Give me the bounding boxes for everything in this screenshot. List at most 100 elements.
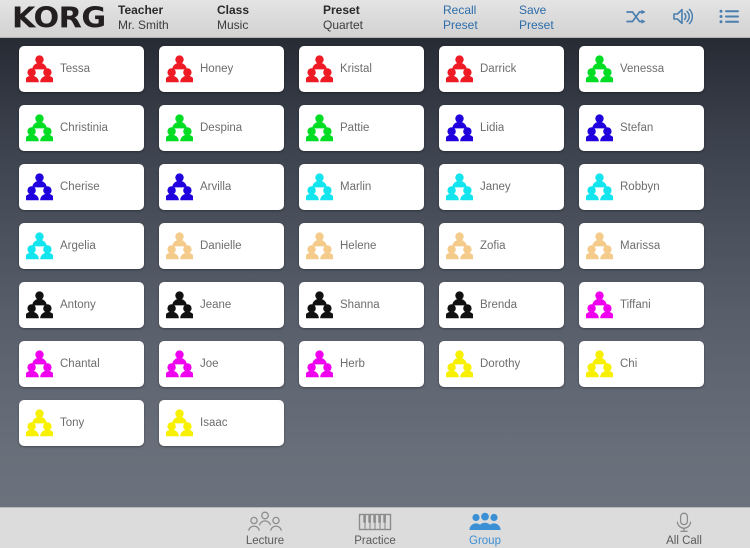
group-people-icon (304, 232, 335, 260)
student-card[interactable]: Tony (19, 400, 144, 446)
group-people-icon (24, 291, 55, 319)
student-card[interactable]: Shanna (299, 282, 424, 328)
student-card[interactable]: Brenda (439, 282, 564, 328)
tab-lecture[interactable]: Lecture (222, 510, 308, 548)
student-card[interactable]: Kristal (299, 46, 424, 92)
group-people-icon (304, 350, 335, 378)
student-card[interactable]: Tiffani (579, 282, 704, 328)
tab-lecture-label: Lecture (245, 535, 285, 547)
student-card[interactable]: Janey (439, 164, 564, 210)
group-people-icon (444, 55, 475, 83)
student-name: Lidia (480, 122, 505, 134)
student-card[interactable]: Despina (159, 105, 284, 151)
list-icon[interactable] (719, 9, 740, 29)
student-card[interactable]: Pattie (299, 105, 424, 151)
student-card[interactable]: Chi (579, 341, 704, 387)
save-preset-line1: Save (519, 3, 547, 17)
student-card[interactable]: Zofia (439, 223, 564, 269)
student-grid-area: Tessa Honey Kristal Darrick Venessa Christini… (0, 38, 750, 507)
student-name: Stefan (620, 122, 654, 134)
group-people-icon (304, 291, 335, 319)
student-card[interactable]: Venessa (579, 46, 704, 92)
student-name: Jeane (200, 299, 232, 311)
student-card[interactable]: Marissa (579, 223, 704, 269)
shuffle-icon[interactable] (626, 9, 646, 30)
header-field-class[interactable]: Class Music (217, 3, 249, 33)
tab-all-call[interactable]: All Call (641, 510, 727, 548)
student-card[interactable]: Tessa (19, 46, 144, 92)
group-people-icon (24, 55, 55, 83)
student-card[interactable]: Chantal (19, 341, 144, 387)
student-name: Marissa (620, 240, 661, 252)
student-card[interactable]: Honey (159, 46, 284, 92)
student-card[interactable]: Christinia (19, 105, 144, 151)
group-people-icon (584, 173, 615, 201)
group-people-icon (164, 173, 195, 201)
student-grid: Tessa Honey Kristal Darrick Venessa Christini… (19, 46, 732, 446)
group-people-icon (24, 173, 55, 201)
class-label: Class (217, 3, 250, 17)
tab-practice-label: Practice (354, 535, 396, 547)
student-name: Tiffani (620, 299, 651, 311)
group-people-icon (164, 409, 195, 437)
student-card[interactable]: Joe (159, 341, 284, 387)
recall-preset-button[interactable]: Recall Preset (443, 3, 478, 33)
header-icon-group (626, 0, 740, 38)
group-people-icon (304, 173, 335, 201)
student-name: Christinia (60, 122, 108, 134)
group-people-icon (584, 55, 615, 83)
group-people-icon (164, 232, 195, 260)
student-name: Antony (60, 299, 96, 311)
save-preset-line2: Preset (519, 18, 554, 32)
student-name: Joe (200, 358, 219, 370)
preset-label: Preset (323, 3, 360, 17)
teacher-label: Teacher (118, 3, 164, 17)
student-name: Tony (60, 417, 85, 429)
student-card[interactable]: Stefan (579, 105, 704, 151)
tab-practice[interactable]: Practice (332, 510, 418, 548)
student-card[interactable]: Arvilla (159, 164, 284, 210)
student-name: Chi (620, 358, 638, 370)
group-people-icon (164, 291, 195, 319)
student-card[interactable]: Marlin (299, 164, 424, 210)
header-field-preset[interactable]: Preset Quartet (323, 3, 363, 33)
student-name: Venessa (620, 63, 665, 75)
student-card[interactable]: Helene (299, 223, 424, 269)
student-card[interactable]: Argelia (19, 223, 144, 269)
header-field-teacher[interactable]: Teacher Mr. Smith (118, 3, 169, 33)
student-name: Kristal (340, 63, 372, 75)
student-card[interactable]: Herb (299, 341, 424, 387)
lecture-people-outline-icon (245, 510, 285, 533)
group-people-icon (584, 232, 615, 260)
group-people-icon (24, 350, 55, 378)
group-people-icon (164, 55, 195, 83)
student-card[interactable]: Isaac (159, 400, 284, 446)
student-name: Cherise (60, 181, 100, 193)
student-name: Darrick (480, 63, 517, 75)
student-name: Arvilla (200, 181, 232, 193)
group-people-icon (444, 114, 475, 142)
speaker-icon[interactable] (672, 8, 694, 30)
group-people-icon (444, 173, 475, 201)
student-card[interactable]: Antony (19, 282, 144, 328)
student-card[interactable]: Dorothy (439, 341, 564, 387)
tab-group-label: Group (469, 535, 501, 547)
student-name: Robbyn (620, 181, 660, 193)
student-name: Helene (340, 240, 377, 252)
group-people-icon (164, 350, 195, 378)
student-card[interactable]: Robbyn (579, 164, 704, 210)
group-people-icon (304, 55, 335, 83)
tab-group[interactable]: Group (442, 510, 528, 548)
student-card[interactable]: Danielle (159, 223, 284, 269)
save-preset-button[interactable]: Save Preset (519, 3, 554, 33)
app-header: KORG Teacher Mr. Smith Class Music Prese… (0, 0, 750, 38)
student-name: Zofia (480, 240, 506, 252)
group-people-icon (584, 114, 615, 142)
student-name: Chantal (60, 358, 100, 370)
student-card[interactable]: Darrick (439, 46, 564, 92)
student-card[interactable]: Cherise (19, 164, 144, 210)
student-card[interactable]: Lidia (439, 105, 564, 151)
bottom-tab-bar: Lecture Practice Group All Call (0, 507, 750, 548)
student-name: Argelia (60, 240, 96, 252)
student-card[interactable]: Jeane (159, 282, 284, 328)
